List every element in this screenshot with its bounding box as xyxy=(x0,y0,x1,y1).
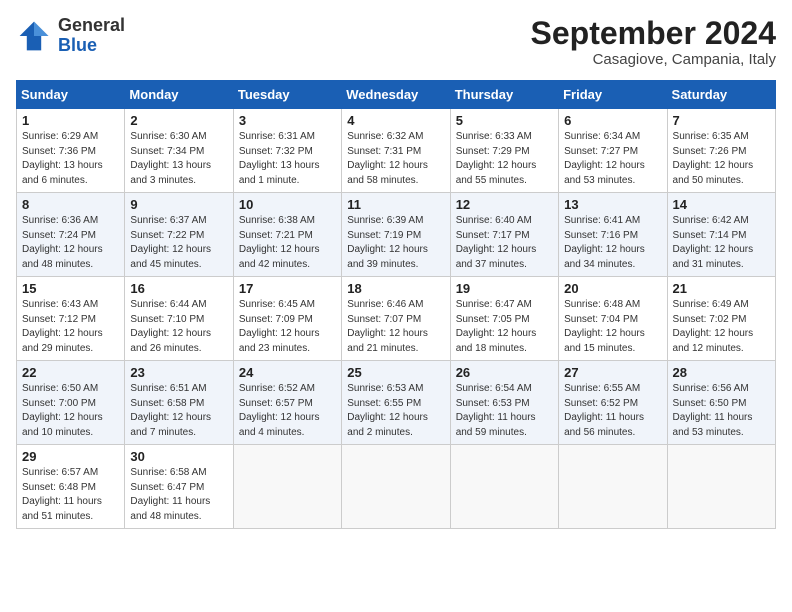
calendar-day-empty xyxy=(342,445,450,529)
calendar-day-14: 14Sunrise: 6:42 AMSunset: 7:14 PMDayligh… xyxy=(667,193,775,277)
calendar-day-24: 24Sunrise: 6:52 AMSunset: 6:57 PMDayligh… xyxy=(233,361,341,445)
header-sunday: Sunday xyxy=(17,81,125,109)
calendar-day-9: 9Sunrise: 6:37 AMSunset: 7:22 PMDaylight… xyxy=(125,193,233,277)
calendar-day-12: 12Sunrise: 6:40 AMSunset: 7:17 PMDayligh… xyxy=(450,193,558,277)
header-wednesday: Wednesday xyxy=(342,81,450,109)
calendar-day-17: 17Sunrise: 6:45 AMSunset: 7:09 PMDayligh… xyxy=(233,277,341,361)
logo-text: General Blue xyxy=(58,16,125,56)
calendar-day-23: 23Sunrise: 6:51 AMSunset: 6:58 PMDayligh… xyxy=(125,361,233,445)
header-saturday: Saturday xyxy=(667,81,775,109)
calendar-day-20: 20Sunrise: 6:48 AMSunset: 7:04 PMDayligh… xyxy=(559,277,667,361)
calendar-day-2: 2Sunrise: 6:30 AMSunset: 7:34 PMDaylight… xyxy=(125,109,233,193)
calendar-day-18: 18Sunrise: 6:46 AMSunset: 7:07 PMDayligh… xyxy=(342,277,450,361)
calendar-table: SundayMondayTuesdayWednesdayThursdayFrid… xyxy=(16,80,776,529)
calendar-header-row: SundayMondayTuesdayWednesdayThursdayFrid… xyxy=(17,81,776,109)
calendar-day-empty xyxy=(450,445,558,529)
calendar-week-5: 29Sunrise: 6:57 AMSunset: 6:48 PMDayligh… xyxy=(17,445,776,529)
header-friday: Friday xyxy=(559,81,667,109)
calendar-week-4: 22Sunrise: 6:50 AMSunset: 7:00 PMDayligh… xyxy=(17,361,776,445)
calendar-day-25: 25Sunrise: 6:53 AMSunset: 6:55 PMDayligh… xyxy=(342,361,450,445)
header-tuesday: Tuesday xyxy=(233,81,341,109)
calendar-day-empty xyxy=(559,445,667,529)
month-title: September 2024 xyxy=(531,16,776,51)
calendar-day-19: 19Sunrise: 6:47 AMSunset: 7:05 PMDayligh… xyxy=(450,277,558,361)
calendar-day-empty xyxy=(233,445,341,529)
calendar-day-26: 26Sunrise: 6:54 AMSunset: 6:53 PMDayligh… xyxy=(450,361,558,445)
location: Casagiove, Campania, Italy xyxy=(531,51,776,68)
calendar-day-3: 3Sunrise: 6:31 AMSunset: 7:32 PMDaylight… xyxy=(233,109,341,193)
calendar-day-empty xyxy=(667,445,775,529)
calendar-day-6: 6Sunrise: 6:34 AMSunset: 7:27 PMDaylight… xyxy=(559,109,667,193)
calendar-week-2: 8Sunrise: 6:36 AMSunset: 7:24 PMDaylight… xyxy=(17,193,776,277)
calendar-day-30: 30Sunrise: 6:58 AMSunset: 6:47 PMDayligh… xyxy=(125,445,233,529)
header-thursday: Thursday xyxy=(450,81,558,109)
calendar-day-5: 5Sunrise: 6:33 AMSunset: 7:29 PMDaylight… xyxy=(450,109,558,193)
title-block: September 2024 Casagiove, Campania, Ital… xyxy=(531,16,776,68)
page-header: General Blue September 2024 Casagiove, C… xyxy=(16,16,776,68)
logo-icon xyxy=(16,18,52,54)
calendar-day-7: 7Sunrise: 6:35 AMSunset: 7:26 PMDaylight… xyxy=(667,109,775,193)
logo: General Blue xyxy=(16,16,125,56)
calendar-day-8: 8Sunrise: 6:36 AMSunset: 7:24 PMDaylight… xyxy=(17,193,125,277)
calendar-week-1: 1Sunrise: 6:29 AMSunset: 7:36 PMDaylight… xyxy=(17,109,776,193)
calendar-day-1: 1Sunrise: 6:29 AMSunset: 7:36 PMDaylight… xyxy=(17,109,125,193)
calendar-day-28: 28Sunrise: 6:56 AMSunset: 6:50 PMDayligh… xyxy=(667,361,775,445)
calendar-day-16: 16Sunrise: 6:44 AMSunset: 7:10 PMDayligh… xyxy=(125,277,233,361)
calendar-day-21: 21Sunrise: 6:49 AMSunset: 7:02 PMDayligh… xyxy=(667,277,775,361)
calendar-day-29: 29Sunrise: 6:57 AMSunset: 6:48 PMDayligh… xyxy=(17,445,125,529)
calendar-week-3: 15Sunrise: 6:43 AMSunset: 7:12 PMDayligh… xyxy=(17,277,776,361)
calendar-day-22: 22Sunrise: 6:50 AMSunset: 7:00 PMDayligh… xyxy=(17,361,125,445)
calendar-day-15: 15Sunrise: 6:43 AMSunset: 7:12 PMDayligh… xyxy=(17,277,125,361)
calendar-day-13: 13Sunrise: 6:41 AMSunset: 7:16 PMDayligh… xyxy=(559,193,667,277)
calendar-day-27: 27Sunrise: 6:55 AMSunset: 6:52 PMDayligh… xyxy=(559,361,667,445)
header-monday: Monday xyxy=(125,81,233,109)
calendar-day-11: 11Sunrise: 6:39 AMSunset: 7:19 PMDayligh… xyxy=(342,193,450,277)
calendar-day-10: 10Sunrise: 6:38 AMSunset: 7:21 PMDayligh… xyxy=(233,193,341,277)
calendar-day-4: 4Sunrise: 6:32 AMSunset: 7:31 PMDaylight… xyxy=(342,109,450,193)
